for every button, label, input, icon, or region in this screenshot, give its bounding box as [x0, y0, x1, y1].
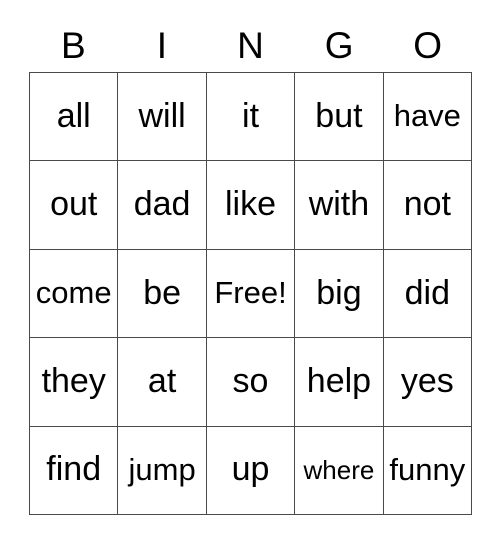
- header-letter-n: N: [237, 24, 264, 66]
- bingo-cell[interactable]: jump: [118, 426, 207, 516]
- bingo-cell-label: not: [403, 185, 451, 224]
- bingo-cell[interactable]: where: [295, 426, 384, 516]
- bingo-cell[interactable]: they: [30, 338, 119, 427]
- bingo-cell[interactable]: find: [30, 426, 119, 516]
- bingo-cell[interactable]: it: [206, 73, 296, 162]
- bingo-grid: all will it but have out dad like with not come be F…: [29, 72, 473, 516]
- bingo-cell-label: where: [303, 454, 375, 485]
- bingo-cell[interactable]: up: [206, 426, 296, 516]
- bingo-cell-label: did: [404, 273, 451, 312]
- bingo-cell-label: be: [143, 273, 182, 312]
- bingo-cell[interactable]: all: [30, 73, 119, 162]
- bingo-cell[interactable]: will: [118, 73, 207, 162]
- bingo-cell-label: so: [232, 362, 269, 401]
- bingo-cell[interactable]: with: [295, 161, 384, 250]
- bingo-cell-label: big: [316, 273, 362, 312]
- bingo-cell[interactable]: like: [206, 161, 296, 250]
- bingo-cell[interactable]: come: [30, 249, 119, 339]
- header-letter-b: B: [60, 24, 86, 66]
- bingo-cell-label: find: [46, 450, 102, 489]
- bingo-cell-label: will: [138, 96, 186, 135]
- bingo-cell-label: it: [242, 96, 260, 135]
- bingo-grid-row: find jump up where funny: [30, 426, 473, 516]
- bingo-cell[interactable]: big: [295, 249, 384, 339]
- bingo-cell-label: like: [225, 185, 277, 224]
- header-letter-g: G: [324, 24, 354, 66]
- bingo-grid-row: they at so help yes: [30, 338, 473, 427]
- bingo-cell-label: help: [306, 362, 372, 401]
- bingo-cell-label: with: [308, 185, 370, 224]
- bingo-cell[interactable]: funny: [383, 426, 473, 516]
- bingo-cell-free-space[interactable]: Free!: [206, 249, 296, 339]
- bingo-cell[interactable]: dad: [118, 161, 207, 250]
- bingo-grid-row: come be Free! big did: [30, 249, 473, 339]
- bingo-cell[interactable]: be: [118, 249, 207, 339]
- bingo-cell[interactable]: out: [30, 161, 119, 250]
- bingo-cell-label: up: [231, 450, 270, 489]
- bingo-cell[interactable]: help: [295, 338, 384, 427]
- header-letter-i: I: [156, 24, 168, 66]
- bingo-cell-label: come: [35, 275, 112, 311]
- bingo-cell-label: jump: [128, 452, 196, 488]
- bingo-grid-row: all will it but have: [30, 73, 473, 162]
- bingo-cell[interactable]: yes: [383, 338, 473, 427]
- bingo-cell-label: have: [393, 98, 461, 134]
- bingo-cell-label: at: [147, 362, 177, 401]
- bingo-cell-label: funny: [389, 452, 466, 488]
- header-letter-o: O: [413, 24, 443, 66]
- bingo-cell-label: they: [41, 362, 106, 401]
- bingo-grid-row: out dad like with not: [30, 161, 473, 250]
- bingo-cell-label: dad: [133, 185, 191, 224]
- bingo-cell-label: all: [56, 96, 91, 135]
- bingo-cell[interactable]: not: [383, 161, 473, 250]
- bingo-card: B I N G O all will it but have out dad like with…: [0, 0, 500, 544]
- bingo-cell[interactable]: but: [295, 73, 384, 162]
- bingo-cell[interactable]: at: [118, 338, 207, 427]
- bingo-header-row: B I N G O: [29, 18, 472, 72]
- bingo-cell-label: out: [50, 185, 98, 224]
- bingo-cell-label: Free!: [214, 275, 287, 311]
- bingo-cell-label: yes: [400, 362, 454, 401]
- bingo-cell-label: but: [315, 96, 363, 135]
- bingo-cell[interactable]: have: [383, 73, 473, 162]
- bingo-cell[interactable]: so: [206, 338, 296, 427]
- bingo-cell[interactable]: did: [383, 249, 473, 339]
